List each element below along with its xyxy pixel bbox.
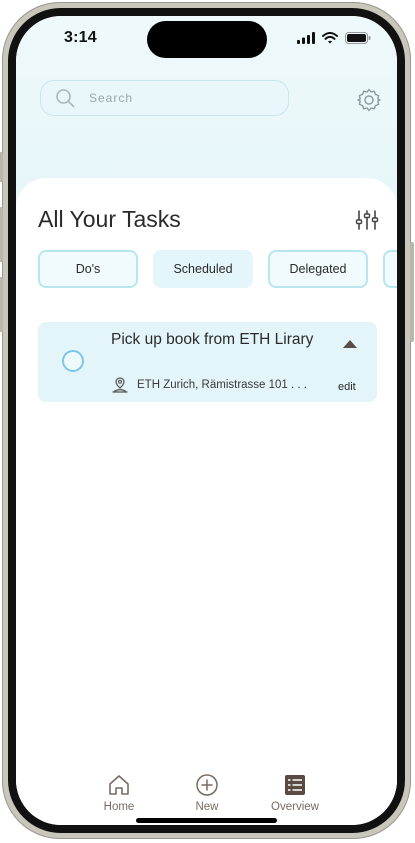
task-checkbox[interactable] [62, 350, 84, 372]
screen: 3:14 Search All Your Tasks Do's Schedule… [16, 16, 397, 825]
phone-frame: 3:14 Search All Your Tasks Do's Schedule… [0, 2, 414, 839]
search-input[interactable] [87, 90, 261, 106]
nav-label: Home [103, 801, 135, 813]
side-button [0, 277, 3, 332]
home-indicator[interactable] [136, 818, 277, 823]
side-button [0, 207, 3, 262]
settings-button[interactable] [356, 87, 382, 113]
plus-circle-icon [195, 772, 219, 798]
tab-delegated[interactable]: Delegated [268, 250, 368, 288]
tab-label: Do's [75, 262, 101, 276]
nav-label: New [195, 801, 219, 813]
home-icon [107, 772, 131, 798]
wifi-icon [322, 32, 338, 44]
list-icon [283, 772, 307, 798]
side-button [0, 152, 3, 182]
dynamic-island [147, 21, 267, 58]
sliders-icon [355, 210, 379, 230]
collapse-arrow-icon[interactable] [342, 339, 358, 349]
tab-scheduled[interactable]: Scheduled [153, 250, 253, 288]
page-title: All Your Tasks [38, 206, 181, 232]
location-pin-icon [112, 377, 128, 393]
nav-overview[interactable]: Overview [255, 772, 335, 813]
search-field[interactable] [40, 80, 289, 116]
status-time: 3:14 [64, 29, 97, 46]
filter-button[interactable] [355, 209, 379, 231]
battery-icon [345, 32, 371, 44]
tab-more[interactable] [383, 250, 397, 288]
nav-new[interactable]: New [167, 772, 247, 813]
edit-link[interactable]: edit [338, 381, 356, 393]
task-title: Pick up book from ETH Lirary [111, 331, 314, 348]
tab-label: Scheduled [173, 262, 233, 276]
signal-icon [297, 32, 315, 44]
gear-icon [357, 88, 381, 112]
side-button [410, 242, 414, 342]
task-card[interactable]: Pick up book from ETH Lirary ETH Zurich,… [38, 322, 377, 402]
tab-dos[interactable]: Do's [38, 250, 138, 288]
nav-label: Overview [271, 801, 319, 813]
tab-label: Delegated [289, 262, 347, 276]
nav-home[interactable]: Home [79, 772, 159, 813]
task-location: ETH Zurich, Rämistrasse 101 . . . [137, 379, 307, 391]
status-icons [297, 32, 371, 44]
tab-bar: Do's Scheduled Delegated [38, 250, 397, 290]
bezel: 3:14 Search All Your Tasks Do's Schedule… [8, 8, 405, 833]
search-icon [55, 88, 75, 108]
